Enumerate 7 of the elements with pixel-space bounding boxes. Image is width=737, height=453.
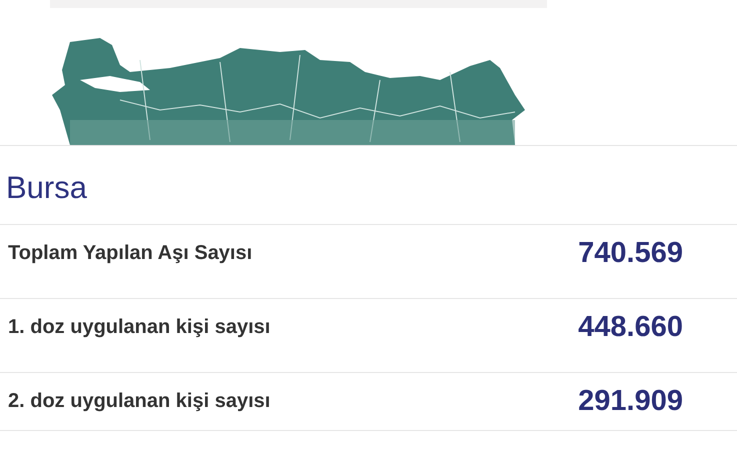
stat-label: 1. doz uygulanan kişi sayısı — [8, 316, 270, 339]
province-title: Bursa — [6, 170, 88, 206]
stat-value: 448.660 — [578, 311, 683, 344]
stat-value: 740.569 — [578, 237, 683, 270]
stat-value: 291.909 — [578, 385, 683, 418]
stat-label: 2. doz uygulanan kişi sayısı — [8, 390, 270, 413]
stat-label: Toplam Yapılan Aşı Sayısı — [8, 242, 252, 265]
